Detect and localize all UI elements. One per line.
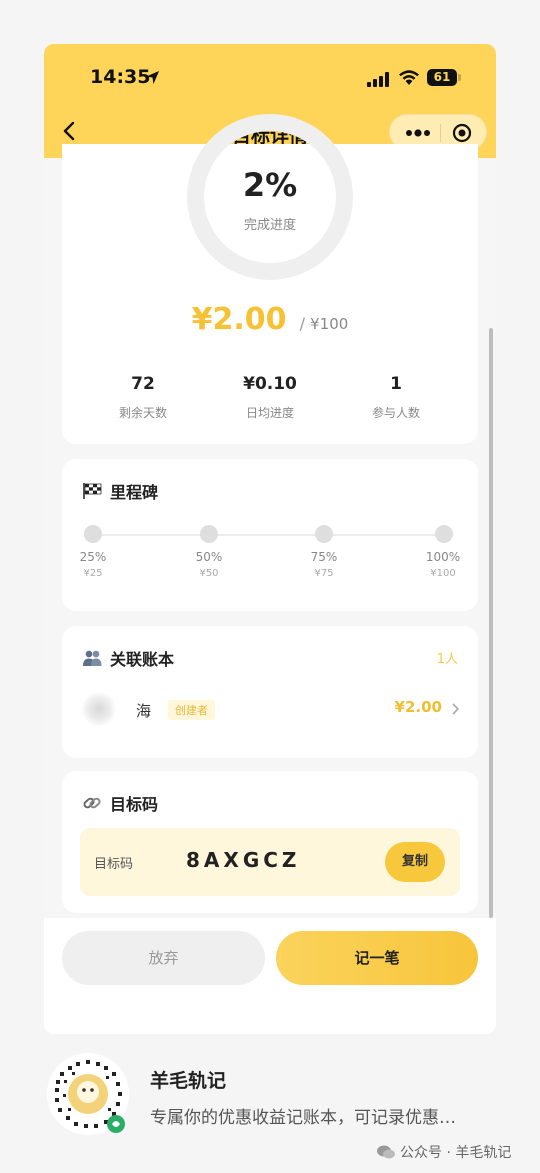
wifi-icon <box>399 70 419 85</box>
copy-button[interactable]: 复制 <box>385 842 445 882</box>
stat-label: 参与人数 <box>371 406 420 420</box>
milestone-track <box>94 534 444 536</box>
stat-value: 72 <box>131 374 155 394</box>
wechat-icon <box>377 1145 395 1159</box>
more-dots-icon[interactable] <box>404 124 432 142</box>
bottom-action-bar: 放弃 记一笔 <box>44 918 496 1034</box>
stat-label: 剩余天数 <box>118 406 167 420</box>
signal-icon <box>367 72 389 87</box>
stat-value: 1 <box>390 374 402 394</box>
milestones-title: 里程碑 <box>82 479 158 503</box>
target-amount: ¥100 <box>310 315 349 333</box>
milestone-percent: 100% <box>425 550 461 564</box>
linked-book-title-text: 关联账本 <box>110 650 175 669</box>
stat-label: 日均进度 <box>245 406 294 420</box>
footer-description: 专属你的优惠收益记账本，可记录优惠… <box>150 1108 456 1128</box>
milestone-percent: 25% <box>79 550 107 564</box>
stat-remaining-days: 72 剩余天数 <box>73 374 213 421</box>
member-count: 1人 <box>436 652 458 667</box>
milestone-percent: 75% <box>310 550 338 564</box>
milestone-dot <box>435 525 453 543</box>
record-button[interactable]: 记一笔 <box>276 931 478 985</box>
progress-percent: 2% <box>242 166 298 204</box>
milestone-amount: ¥50 <box>199 568 219 579</box>
linked-book-title: 关联账本 <box>82 646 174 670</box>
miniprogram-qr-icon[interactable] <box>46 1052 130 1136</box>
avatar <box>82 692 116 726</box>
close-target-icon[interactable] <box>452 123 472 143</box>
goal-code-value: 8AXGCZ <box>186 848 301 872</box>
footer-app-name[interactable]: 羊毛轨记 <box>150 1066 226 1093</box>
capsule-divider <box>440 124 441 142</box>
goal-code-title-text: 目标码 <box>110 795 159 814</box>
location-arrow-icon <box>145 70 160 85</box>
linked-book-card: 关联账本 1人 海 创建者 ¥2.00 <box>62 626 478 758</box>
people-icon <box>83 650 102 666</box>
milestone-amount: ¥25 <box>83 568 103 579</box>
abandon-button[interactable]: 放弃 <box>62 931 265 985</box>
member-amount: ¥2.00 <box>394 698 442 716</box>
progress-label: 完成进度 <box>243 218 296 233</box>
stat-daily-progress: ¥0.10 日均进度 <box>200 374 340 421</box>
milestones-card: 里程碑 25% ¥25 50% ¥50 75% ¥75 100% ¥100 <box>62 459 478 611</box>
member-name: 海 <box>136 702 152 720</box>
footer-source: 公众号 · 羊毛轨记 <box>376 1142 511 1162</box>
stat-value: ¥0.10 <box>243 374 297 394</box>
battery-indicator: 61 <box>427 69 457 86</box>
creator-badge: 创建者 <box>168 700 215 720</box>
milestone-amount: ¥75 <box>314 568 334 579</box>
amount-separator: / <box>299 314 306 333</box>
footer-source-text: 公众号 · 羊毛轨记 <box>400 1145 512 1161</box>
checkered-flag-icon <box>83 483 102 499</box>
milestones-title-text: 里程碑 <box>110 483 159 502</box>
goal-code-box: 目标码 8AXGCZ 复制 <box>80 828 460 896</box>
phone-screen: 14:35 61 目标详情 2% 完成进度 ¥2.00 / ¥100 72 剩余… <box>44 44 496 1034</box>
stat-participants: 1 参与人数 <box>326 374 466 421</box>
milestone-percent: 50% <box>195 550 223 564</box>
battery-tip <box>458 74 461 81</box>
milestone-amount: ¥100 <box>430 568 456 579</box>
status-time: 14:35 <box>90 66 151 88</box>
amount-row: ¥2.00 / ¥100 <box>62 302 478 337</box>
saved-amount: ¥2.00 <box>191 302 287 337</box>
milestone-dot <box>84 525 102 543</box>
milestone-dot <box>315 525 333 543</box>
progress-card: 2% 完成进度 ¥2.00 / ¥100 72 剩余天数 ¥0.10 日均进度 … <box>62 114 478 444</box>
milestone-dot <box>200 525 218 543</box>
chevron-right-icon <box>452 703 460 715</box>
goal-code-card: 目标码 目标码 8AXGCZ 复制 <box>62 771 478 913</box>
goal-code-label: 目标码 <box>94 857 134 872</box>
link-icon <box>83 797 101 809</box>
scrollbar[interactable] <box>489 328 493 918</box>
goal-code-title: 目标码 <box>82 791 158 815</box>
